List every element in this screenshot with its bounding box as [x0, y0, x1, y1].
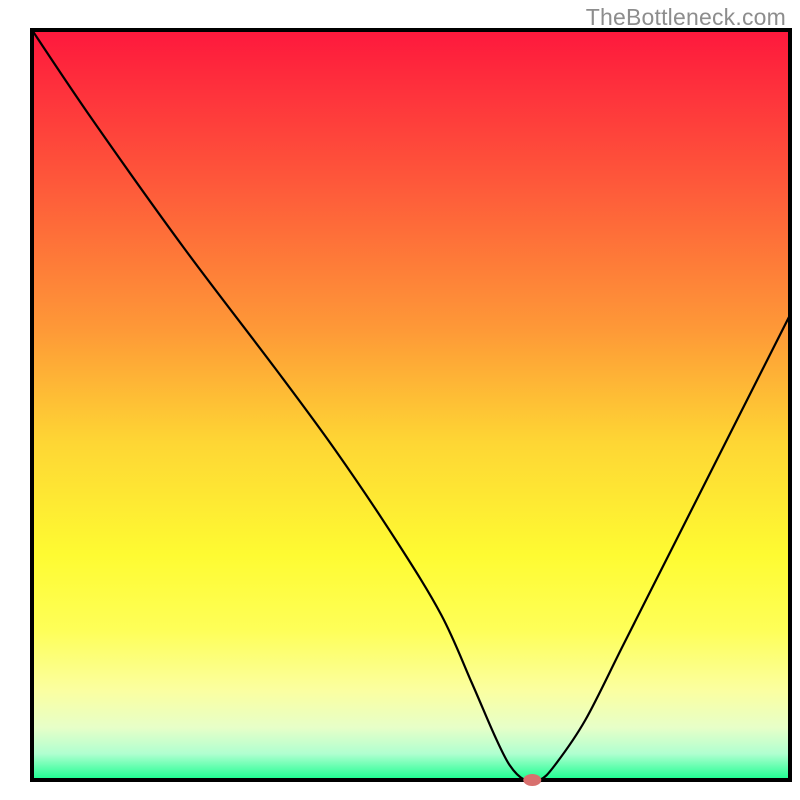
bottleneck-chart [0, 0, 800, 800]
chart-container: TheBottleneck.com [0, 0, 800, 800]
optimal-marker [523, 774, 541, 786]
chart-background [32, 30, 790, 780]
